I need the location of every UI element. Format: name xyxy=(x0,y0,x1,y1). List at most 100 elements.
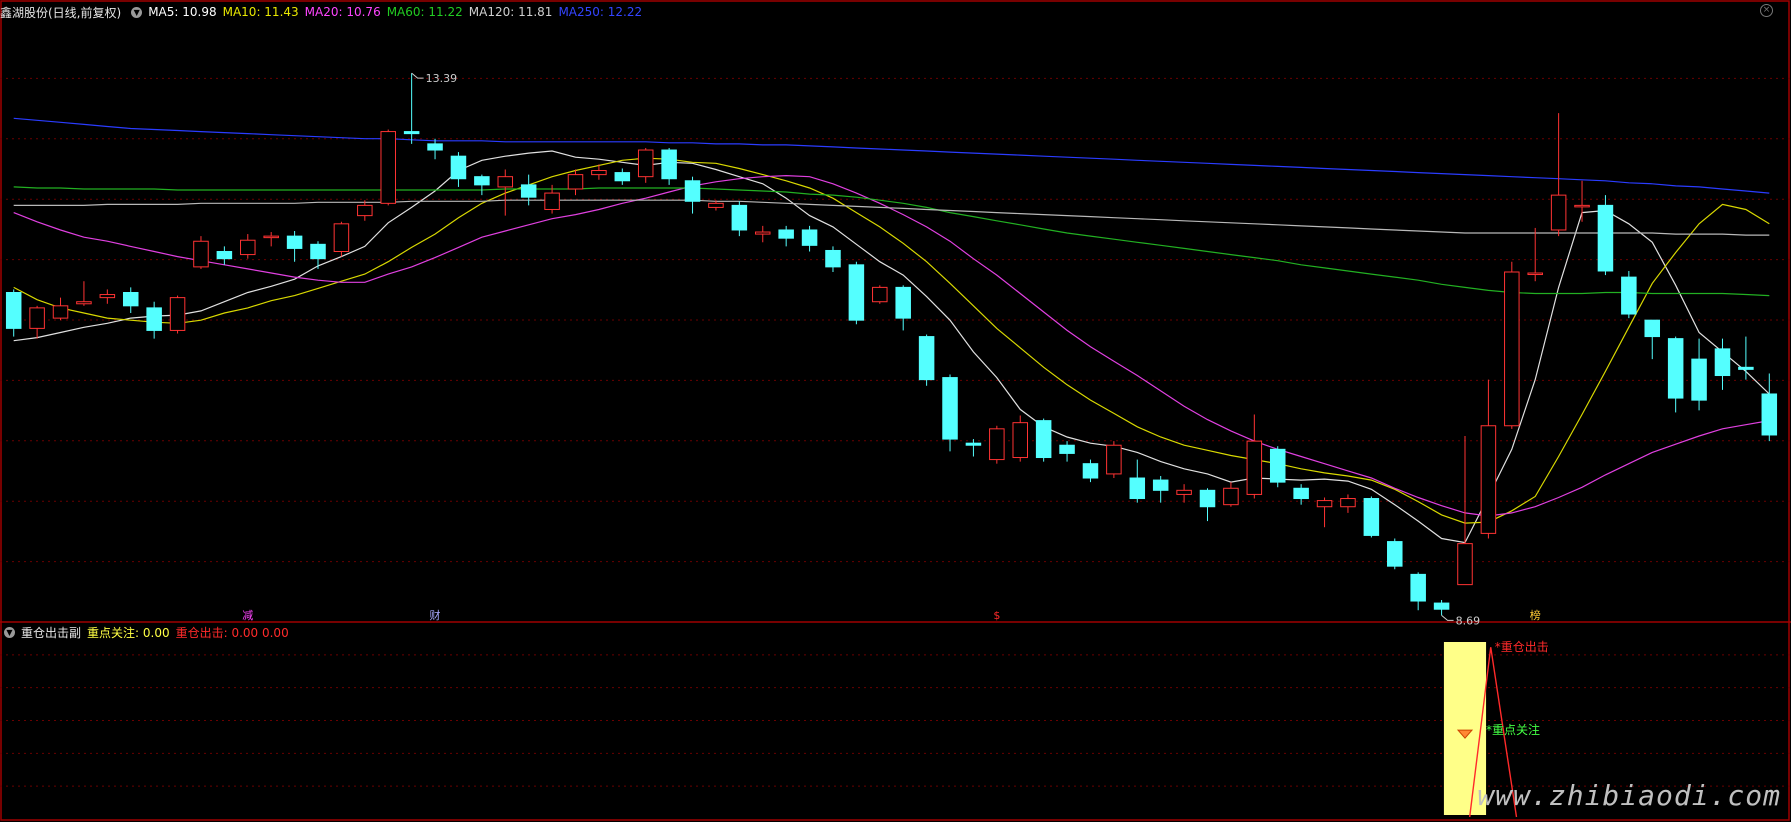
candle-body xyxy=(380,131,396,204)
candle-body xyxy=(310,243,326,260)
stock-chart-window: 13.39 8.69 减 财 $ 榜 *重点关注 *重仓出击 鑫湖股份(日线,前复权) ▼ M… xyxy=(0,0,1791,822)
focus-value-label: 重点关注: 0.00 xyxy=(87,625,170,640)
candle-body xyxy=(755,231,771,235)
candle-body xyxy=(778,229,794,239)
sub-indicator-title: 重仓出击副 xyxy=(21,625,82,640)
candle-body xyxy=(1504,271,1520,427)
candle-body xyxy=(1621,276,1637,315)
candle-body xyxy=(731,204,748,231)
candle-body xyxy=(450,155,467,180)
ma250-label: MA250: 12.22 xyxy=(558,5,643,19)
candle-body xyxy=(1316,500,1333,508)
chevron-down-icon[interactable]: ▼ xyxy=(131,6,143,18)
sub-legend: ▼ 重仓出击副 重点关注: 0.00 重仓出击: 0.00 0.00 xyxy=(0,622,295,642)
candle-body xyxy=(1012,422,1028,459)
candle-body xyxy=(193,240,209,268)
candle-body xyxy=(497,176,514,188)
candle-body xyxy=(1293,487,1309,500)
candle-body xyxy=(591,170,607,176)
candle-body xyxy=(1176,489,1192,495)
candle-body xyxy=(801,229,818,246)
candle-body xyxy=(240,239,256,256)
event-marker: 榜 xyxy=(1530,608,1541,622)
ma120-label: MA120: 11.81 xyxy=(468,5,553,19)
candle-body xyxy=(708,202,724,208)
focus-signal-label: *重点关注 xyxy=(1486,722,1540,737)
candle-body xyxy=(895,286,911,319)
candle-body xyxy=(29,307,45,329)
candle-body xyxy=(263,235,279,239)
candle-body xyxy=(825,249,841,268)
candle-body xyxy=(989,428,1005,461)
candle-body xyxy=(567,174,584,190)
chart-border xyxy=(0,0,1790,821)
candle-body xyxy=(122,292,139,307)
ma10-label: MA10: 11.43 xyxy=(222,5,299,19)
candle-body xyxy=(403,131,420,135)
candle-body xyxy=(520,184,537,198)
candle-body xyxy=(1387,541,1403,567)
candle-body xyxy=(1691,358,1707,401)
strike-value-label: 重仓出击: 0.00 0.00 xyxy=(175,625,289,640)
strike-signal-label: *重仓出击 xyxy=(1495,640,1549,654)
candle-body xyxy=(52,305,69,319)
candle-body xyxy=(965,442,982,446)
candle-body xyxy=(1714,348,1731,377)
candle-body xyxy=(169,297,186,331)
stock-title: 鑫湖股份(日线,前复权) xyxy=(0,5,122,20)
candle-body xyxy=(76,301,92,305)
candle-body xyxy=(146,307,162,331)
low-pointer xyxy=(1441,614,1454,621)
ma60-label: MA60: 11.22 xyxy=(386,5,463,19)
candle-body xyxy=(286,235,303,249)
candle-body xyxy=(1363,498,1380,536)
chart-canvas: 13.39 8.69 减 财 $ 榜 *重点关注 *重仓出击 xyxy=(0,0,1791,821)
candle-body xyxy=(1129,477,1146,500)
candle-body xyxy=(1480,425,1497,534)
candle-body xyxy=(848,264,865,321)
candle-body xyxy=(1574,204,1590,208)
candle-body xyxy=(684,180,701,202)
candle-body xyxy=(1527,272,1543,276)
candle-body xyxy=(1738,366,1754,370)
candle-body xyxy=(1246,440,1263,495)
event-marker: 减 xyxy=(242,609,253,622)
candle-body xyxy=(544,192,560,210)
chevron-down-icon[interactable]: ▼ xyxy=(4,626,15,638)
candle-body xyxy=(614,172,631,182)
candle-body xyxy=(1433,602,1450,610)
main-legend: 鑫湖股份(日线,前复权) ▼ MA5: 10.98 MA10: 11.43 MA… xyxy=(0,2,648,22)
event-marker: $ xyxy=(993,609,1000,622)
candle-body xyxy=(1410,573,1426,602)
candle-body xyxy=(637,149,654,178)
candle-body xyxy=(1223,487,1239,506)
candle-body xyxy=(1597,204,1614,272)
candle-body xyxy=(918,336,935,381)
candle-body xyxy=(1035,420,1052,459)
candle-body xyxy=(427,143,443,151)
close-icon[interactable]: × xyxy=(1760,4,1773,17)
candle-body xyxy=(1550,194,1567,231)
ma5-label: MA5: 10.98 xyxy=(148,5,217,19)
candle-body xyxy=(1269,448,1286,483)
candle-body xyxy=(333,223,350,252)
candle-body xyxy=(1340,498,1356,508)
watermark: www.zhibiaodi.com xyxy=(1477,779,1781,812)
candle-body xyxy=(1199,489,1216,508)
ma-line-5 xyxy=(13,117,1770,194)
candle-body xyxy=(872,286,888,303)
candle-body xyxy=(474,176,490,186)
candle-body xyxy=(661,149,677,180)
high-pointer xyxy=(411,72,424,79)
candle-body xyxy=(1644,319,1661,338)
low-price-label: 8.69 xyxy=(1456,614,1481,627)
candle-body xyxy=(5,292,22,329)
candle-body xyxy=(1059,444,1075,454)
high-price-label: 13.39 xyxy=(426,72,458,85)
candle-body xyxy=(1152,479,1169,491)
ma-line-4 xyxy=(13,199,1770,236)
candle-body xyxy=(1667,338,1684,399)
candle-body xyxy=(1106,444,1122,475)
candle-body xyxy=(357,204,373,217)
candle-body xyxy=(1761,393,1778,436)
